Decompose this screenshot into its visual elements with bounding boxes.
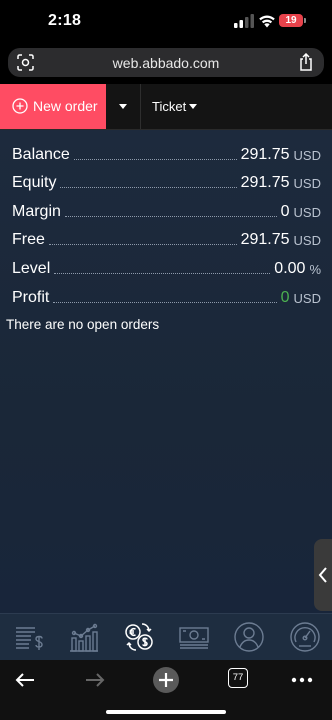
screen: 2:18 19 web.abbado.com New order Ticket … <box>0 0 332 720</box>
back-button[interactable] <box>10 665 40 695</box>
share-icon[interactable] <box>298 53 314 71</box>
summary-label: Margin <box>12 203 61 220</box>
tabs-button[interactable]: 77 <box>228 668 248 688</box>
caret-down-icon <box>189 104 197 109</box>
account-icon[interactable] <box>232 620 266 654</box>
url-text[interactable]: web.abbado.com <box>8 55 324 71</box>
url-bar[interactable]: web.abbado.com <box>8 48 324 77</box>
battery-indicator: 19 <box>279 14 303 27</box>
summary-row-equity: Equity 291.75 USD <box>12 170 321 192</box>
speedometer-icon[interactable] <box>288 620 322 654</box>
summary-row-margin: Margin 0 USD <box>12 199 321 221</box>
currency-exchange-icon[interactable] <box>122 620 156 654</box>
dotted-leader <box>60 187 237 188</box>
cellular-signal-icon <box>234 14 254 28</box>
summary-label: Free <box>12 231 45 248</box>
status-time: 2:18 <box>48 12 82 29</box>
summary-value: 291.75 <box>240 146 290 163</box>
home-indicator <box>106 710 226 714</box>
chevron-left-icon <box>318 567 327 583</box>
summary-label: Profit <box>12 289 50 306</box>
chart-icon[interactable] <box>67 620 101 654</box>
plus-icon <box>153 667 179 693</box>
new-order-button[interactable]: New order <box>0 84 106 129</box>
dotted-leader <box>73 159 237 160</box>
dotted-leader <box>64 216 277 217</box>
summary-label: Equity <box>12 174 57 191</box>
summary-value: 0.00 <box>274 260 306 277</box>
summary-value: 0 <box>280 203 290 220</box>
summary-row-profit: Profit 0 USD <box>12 285 321 307</box>
orders-list-icon[interactable] <box>11 620 45 654</box>
ticket-label: Ticket <box>152 99 187 114</box>
battery-cap <box>304 18 306 23</box>
summary-value: 291.75 <box>240 174 290 191</box>
dotted-leader <box>54 273 271 274</box>
arrow-left-icon <box>15 673 34 687</box>
summary-unit: % <box>309 262 321 277</box>
caret-down-icon <box>119 104 127 109</box>
banknote-icon[interactable] <box>177 620 211 654</box>
plus-circle-icon <box>12 98 28 114</box>
account-panel: Balance 291.75 USD Equity 291.75 USD Mar… <box>0 130 332 613</box>
status-bar: 2:18 19 <box>0 0 332 44</box>
forward-button[interactable] <box>80 665 110 695</box>
summary-unit: USD <box>293 205 321 220</box>
dotted-leader <box>48 244 237 245</box>
dotted-leader <box>53 302 277 303</box>
app-bottom-nav <box>0 613 332 660</box>
ticket-button[interactable]: Ticket <box>141 84 211 129</box>
summary-row-level: Level 0.00 % <box>12 256 321 278</box>
summary-unit: USD <box>293 176 321 191</box>
summary-unit: USD <box>293 148 321 163</box>
app-toolbar: New order Ticket <box>0 84 332 130</box>
new-order-label: New order <box>33 98 98 114</box>
side-panel-handle[interactable] <box>314 539 332 611</box>
more-button[interactable] <box>287 665 317 695</box>
summary-value: 0 <box>280 289 290 306</box>
new-tab-button[interactable] <box>151 665 181 695</box>
wifi-icon <box>259 15 275 28</box>
new-order-dropdown-button[interactable] <box>106 84 141 129</box>
summary-row-free: Free 291.75 USD <box>12 227 321 249</box>
summary-value: 291.75 <box>240 231 290 248</box>
arrow-right-icon <box>86 673 105 687</box>
no-orders-message: There are no open orders <box>6 317 160 332</box>
more-dots-icon <box>291 677 313 683</box>
summary-unit: USD <box>293 291 321 306</box>
summary-row-balance: Balance 291.75 USD <box>12 142 321 164</box>
summary-label: Balance <box>12 146 70 163</box>
summary-unit: USD <box>293 233 321 248</box>
summary-label: Level <box>12 260 51 277</box>
